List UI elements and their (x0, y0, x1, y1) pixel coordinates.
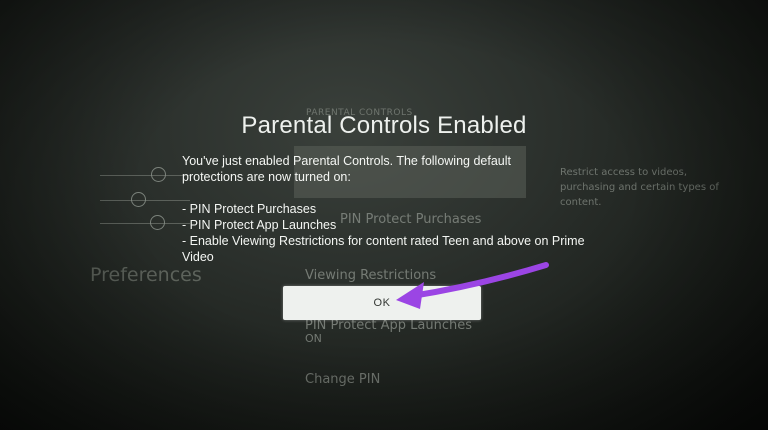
background-item-viewing-restrictions: Viewing Restrictions (305, 268, 437, 283)
dialog-title: Parental Controls Enabled (241, 112, 527, 139)
circle-node-icon (131, 192, 146, 207)
list-item: - PIN Protect Purchases (182, 202, 317, 216)
dialog-body: You've just enabled Parental Controls. T… (182, 153, 602, 265)
nav-line-3 (100, 223, 190, 224)
circle-node-icon (150, 215, 165, 230)
tv-screen: PARENTAL CONTROLS PIN Protect Purchases … (0, 0, 768, 430)
ok-button[interactable]: OK (283, 286, 481, 320)
dialog-intro-text: You've just enabled Parental Controls. T… (182, 154, 511, 184)
background-preferences-label: Preferences (90, 264, 202, 286)
list-item: - PIN Protect App Launches (182, 218, 337, 232)
protections-list: - PIN Protect Purchases - PIN Protect Ap… (182, 201, 602, 265)
background-item-change-pin: Change PIN (305, 372, 381, 387)
nav-line-1 (100, 175, 190, 176)
circle-node-icon (151, 167, 166, 182)
background-item-app-launches-status: ON (305, 332, 322, 345)
list-item: - Enable Viewing Restrictions for conten… (182, 234, 585, 264)
background-item-pin-protect-app-launches: PIN Protect App Launches (305, 318, 473, 333)
